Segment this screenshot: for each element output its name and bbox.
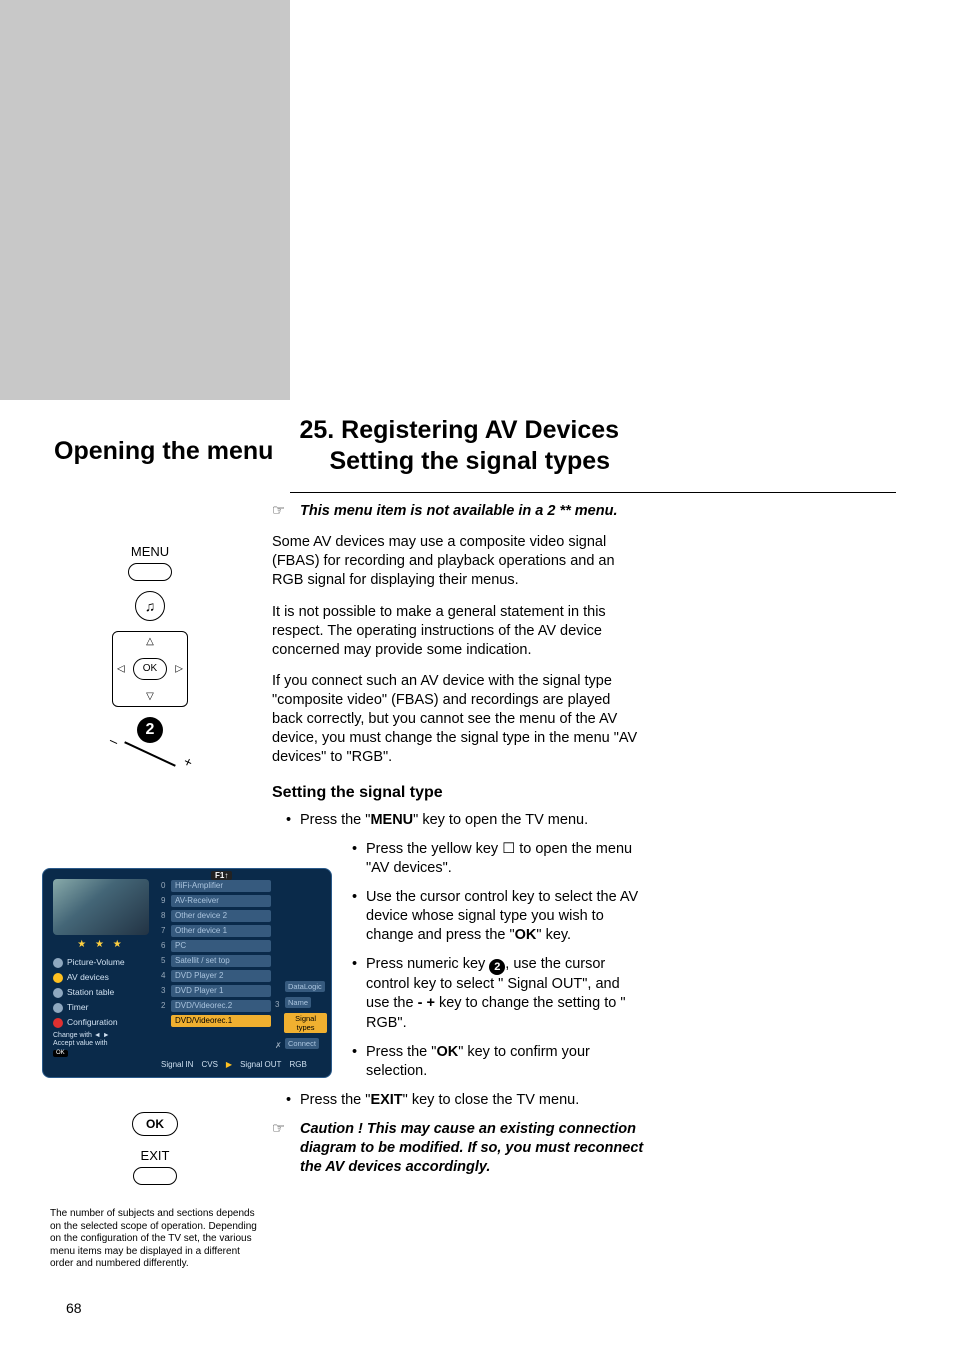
paragraph-3: If you connect such an AV device with th… [272, 672, 644, 768]
triangle-down-icon: ▽ [146, 691, 154, 702]
menu-key-icon [128, 563, 172, 581]
note-top-text: This menu item is not available in a 2 *… [300, 503, 617, 519]
paragraph-2: It is not possible to make a general sta… [272, 603, 644, 660]
tv-menu-left-item: Picture-Volume [53, 955, 157, 970]
step-6: Press the "EXIT" key to close the TV men… [286, 1091, 644, 1110]
cursor-dpad-icon: △ ◁ ▷ ▽ OK [112, 631, 188, 707]
tv-menu-device-item: 6PC [161, 939, 271, 953]
pointing-hand-icon: ☞ [272, 1120, 285, 1139]
step-5: Press the "OK" key to confirm your selec… [352, 1043, 644, 1081]
tv-menu-left-item: AV devices [53, 970, 157, 985]
yellow-music-key-icon: ♫ [135, 591, 165, 621]
tv-menu-left-item: Timer [53, 1000, 157, 1015]
paragraph-1: Some AV devices may use a composite vide… [272, 533, 644, 590]
tv-menu-options-list: DataLogic 3Name Signal types ✗Connect [275, 981, 327, 1054]
footnote-text: The number of subjects and sections depe… [50, 1208, 260, 1271]
tv-menu-device-item: 2DVD/Videorec.2 [161, 999, 271, 1013]
triangle-right-icon: ▷ [175, 664, 183, 675]
tv-menu-left-item: Station table [53, 985, 157, 1000]
main-text-column: ☞ This menu item is not available in a 2… [272, 502, 644, 1189]
arrow-right-icon: ▶ [226, 1060, 232, 1069]
step-1: Press the "MENU" key to open the TV menu… [286, 811, 644, 830]
tv-menu-signal-row: Signal IN CVS ▶ Signal OUT RGB [161, 1060, 307, 1069]
tv-menu-option-item: ✗Connect [275, 1038, 327, 1052]
tv-menu-preview-thumbnail [53, 879, 149, 935]
chapter-title-line1: 25. Registering AV Devices [299, 415, 619, 446]
tv-menu-option-item: DataLogic [275, 981, 327, 995]
subheading-setting-signal-type: Setting the signal type [272, 782, 644, 803]
pointing-hand-icon: ☞ [272, 502, 285, 521]
tv-menu-option-item: 3Name [275, 997, 327, 1011]
exit-key-label: EXIT [100, 1148, 210, 1163]
opening-the-menu-title: Opening the menu [54, 415, 273, 466]
exit-key-icon [133, 1167, 177, 1185]
tv-menu-device-item: 5Satellit / set top [161, 954, 271, 968]
header-gray-block [0, 0, 290, 400]
triangle-up-icon: △ [146, 636, 154, 647]
step-4: Press numeric key 2, use the cursor cont… [352, 955, 644, 1032]
plus-minus-key-icon [124, 741, 176, 766]
tv-menu-device-item: 8Other device 2 [161, 909, 271, 923]
tv-menu-device-item: 9AV-Receiver [161, 894, 271, 908]
caution-text: Caution ! This may cause an existing con… [300, 1121, 643, 1175]
step-3: Use the cursor control key to select the… [352, 888, 644, 945]
tv-menu-hints: Change with ◄ ► Accept value with OK [53, 1032, 110, 1057]
tv-menu-stars: ★ ★ ★ [53, 939, 149, 953]
tv-menu-left-item: Configuration [53, 1015, 157, 1030]
remote-diagram: MENU ♫ △ ◁ ▷ ▽ OK 2 [50, 540, 250, 763]
ok-exit-block: OK EXIT [100, 1098, 210, 1195]
chapter-title-line2: Setting the signal types [299, 446, 619, 477]
note-top: ☞ This menu item is not available in a 2… [272, 502, 644, 521]
dpad-ok-label: OK [133, 658, 167, 680]
header-rule [290, 492, 896, 493]
tv-menu-device-item: DVD/Videorec.1 [161, 1014, 271, 1028]
tv-menu-screenshot: ★ ★ ★ F1↑ Picture-VolumeAV devicesStatio… [42, 868, 332, 1078]
step-2: Press the yellow key ☐ to open the menu … [352, 840, 644, 878]
tv-menu-option-item: Signal types [275, 1013, 327, 1036]
ok-key-icon: OK [132, 1112, 178, 1136]
triangle-left-icon: ◁ [117, 664, 125, 675]
tv-menu-device-item: 4DVD Player 2 [161, 969, 271, 983]
tv-menu-left-list: Picture-VolumeAV devicesStation tableTim… [53, 955, 157, 1030]
tv-menu-device-item: 3DVD Player 1 [161, 984, 271, 998]
menu-key-label: MENU [50, 544, 250, 559]
page-number: 68 [66, 1300, 82, 1316]
page-header: Opening the menu 25. Registering AV Devi… [54, 415, 900, 488]
caution-note: ☞ Caution ! This may cause an existing c… [272, 1120, 644, 1177]
numeric-2-key-icon: 2 [137, 717, 163, 743]
tv-menu-device-item: 7Other device 1 [161, 924, 271, 938]
tv-menu-device-item: 0HiFi-Amplifier [161, 879, 271, 893]
tv-menu-device-list: 0HiFi-Amplifier9AV-Receiver8Other device… [161, 879, 271, 1029]
step-4-number-icon: 2 [489, 959, 505, 975]
